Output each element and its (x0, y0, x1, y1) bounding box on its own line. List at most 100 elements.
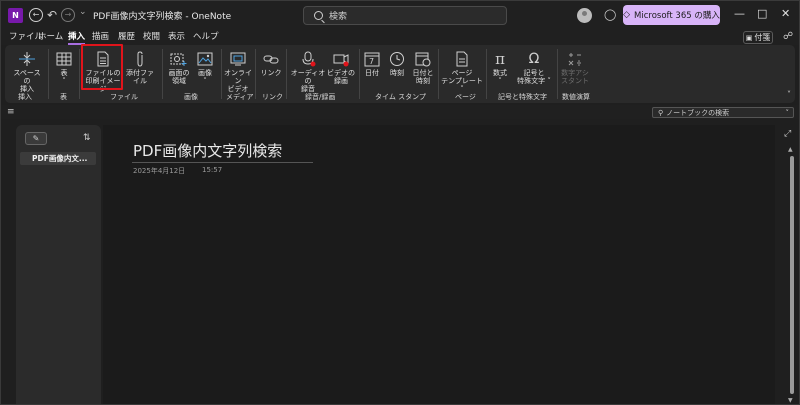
math-assistant-button[interactable]: 数字アシ スタント (559, 51, 591, 85)
symbol-label-2: 特殊文字 ˅ (517, 77, 551, 85)
table-icon (56, 51, 72, 67)
quick-access-more-icon[interactable]: ⌄ (79, 7, 87, 17)
sticky-notes-button[interactable]: ▣ 付箋 (743, 31, 773, 44)
link-button[interactable]: リンク (259, 51, 283, 77)
scrollbar-thumb[interactable] (790, 156, 794, 394)
tab-home[interactable]: ホーム (38, 31, 63, 45)
insert-time-label: 時刻 (390, 69, 404, 77)
onenote-app-icon: N (8, 8, 23, 23)
pictures-button[interactable]: 画像 ˅ (193, 51, 217, 85)
window-title: PDF画像内文字列検索 - OneNote (93, 12, 232, 22)
vertical-scrollbar[interactable]: ▲ ▼ (786, 146, 798, 404)
page-canvas[interactable]: PDF画像内文字列検索 2025年4月12日 15:57 (103, 125, 775, 404)
search-icon (314, 11, 323, 20)
search-box[interactable]: 検索 (303, 6, 507, 25)
tab-history[interactable]: 履歴 (118, 31, 135, 45)
page-templates-button[interactable]: ページ テンプレート ˅ (441, 51, 483, 93)
ribbon-divider (162, 49, 163, 99)
insert-space-button[interactable]: スペースの 挿入 (11, 51, 43, 93)
page-templates-label-2: テンプレート ˅ (441, 77, 483, 93)
equation-button[interactable]: π 数式 ˅ (489, 50, 511, 86)
ms365-label: Microsoft 365 の購入 (634, 11, 720, 21)
group-tables-label: 表 (60, 93, 67, 101)
hamburger-menu-icon[interactable]: ≡ (7, 108, 15, 117)
group-media-label: メディア (226, 93, 254, 101)
insert-date-time-button[interactable]: 日付と 時刻 (410, 51, 436, 85)
tab-draw[interactable]: 描画 (92, 31, 109, 45)
scroll-down-icon[interactable]: ▼ (788, 397, 793, 404)
clock-icon (389, 51, 405, 67)
screen-clipping-button[interactable]: 画面の 領域 (166, 51, 192, 85)
chevron-down-icon: ˅ (203, 77, 207, 85)
chevron-down-icon: ˅ (785, 108, 790, 117)
omega-icon: Ω (528, 51, 540, 67)
tab-view[interactable]: 表示 (168, 31, 185, 45)
link-label: リンク (260, 69, 282, 77)
calendar-clock-icon (415, 51, 431, 67)
group-math-label: 数値演算 (562, 93, 590, 101)
close-icon[interactable]: ✕ (781, 7, 790, 20)
video-camera-icon (333, 51, 349, 67)
group-images-label: 画像 (184, 93, 198, 101)
page-title[interactable]: PDF画像内文字列検索 (133, 140, 282, 161)
symbol-button[interactable]: Ω 記号と 特殊文字 ˅ (514, 51, 554, 85)
share-icon[interactable]: ☍ (783, 31, 793, 42)
group-timestamp-label: タイム スタンプ (375, 93, 426, 101)
lightbulb-icon[interactable]: ◯ (604, 8, 616, 21)
page-list-item[interactable]: PDF画像内文... (20, 152, 96, 165)
ribbon: スペースの 挿入 挿入 表 ˅ 表 ファイルの 印刷イメージ 添付ファイル ファ… (5, 45, 795, 103)
pi-icon: π (495, 50, 505, 68)
math-assistant-label-2: スタント (561, 77, 589, 85)
ribbon-divider (557, 49, 558, 99)
record-video-label-2: 録画 (334, 77, 348, 85)
tab-insert[interactable]: 挿入 (68, 31, 86, 45)
table-button[interactable]: 表 ˅ (53, 51, 75, 85)
avatar[interactable] (577, 8, 592, 23)
title-bar: N ← ↶ → ⌄ PDF画像内文字列検索 - OneNote 検索 ◯ ◇ M… (1, 1, 799, 31)
pictures-label: 画像 (198, 69, 212, 77)
ribbon-divider (438, 49, 439, 99)
ms365-buy-button[interactable]: ◇ Microsoft 365 の購入 (623, 5, 720, 25)
math-operators-icon (567, 51, 583, 67)
record-video-button[interactable]: ビデオの 録画 (325, 51, 357, 85)
insert-date-label: 日付 (365, 69, 379, 77)
attach-file-button[interactable]: 添付ファイル (123, 51, 157, 85)
add-page-button[interactable]: ✎ (25, 132, 47, 145)
tab-help[interactable]: ヘルプ (193, 31, 219, 45)
maximize-icon[interactable]: □ (757, 7, 767, 20)
symbol-label-text: 特殊文字 (517, 77, 546, 85)
back-icon[interactable]: ← (29, 8, 43, 22)
tab-review[interactable]: 校閲 (143, 31, 160, 45)
link-icon (263, 51, 279, 67)
record-audio-label-1: オーディオの (290, 69, 326, 85)
minimize-icon[interactable]: — (734, 7, 745, 20)
add-page-icon: ✎ (32, 134, 40, 143)
insert-date-button[interactable]: 7 日付 (361, 51, 383, 77)
chevron-down-icon: ˅ (547, 77, 551, 85)
equation-label: 数式 (493, 69, 507, 77)
highlight-box (81, 44, 123, 90)
online-video-button[interactable]: オンライン ビデオ (223, 51, 253, 93)
expand-icon[interactable]: ⤢ (784, 129, 791, 139)
attach-file-label: 添付ファイル (126, 69, 154, 85)
record-audio-button[interactable]: オーディオの 録音 (290, 51, 326, 93)
ribbon-divider (255, 49, 256, 99)
insert-date-time-label-2: 時刻 (416, 77, 430, 85)
notebook-search-placeholder: ノートブックの検索 (666, 108, 730, 117)
ribbon-divider (221, 49, 222, 99)
insert-space-label-1: スペースの (13, 69, 41, 85)
insert-time-button[interactable]: 時刻 (385, 51, 409, 77)
ribbon-collapse-icon[interactable]: ˅ (787, 90, 791, 99)
diamond-icon: ◇ (623, 10, 631, 20)
page-date: 2025年4月12日 (133, 167, 186, 175)
undo-icon[interactable]: ↶ (45, 7, 59, 23)
notebook-search-box[interactable]: ⚲ ノートブックの検索 ˅ (652, 107, 794, 118)
screen-clipping-label-2: 領域 (172, 77, 186, 85)
paperclip-icon (135, 51, 145, 67)
forward-icon[interactable]: → (61, 8, 75, 22)
scroll-up-icon[interactable]: ▲ (788, 146, 793, 153)
onenote-window: N ← ↶ → ⌄ PDF画像内文字列検索 - OneNote 検索 ◯ ◇ M… (0, 0, 800, 405)
calendar-icon: 7 (364, 51, 380, 67)
ribbon-divider (79, 49, 80, 99)
sort-icon[interactable]: ⇅ (83, 133, 91, 143)
